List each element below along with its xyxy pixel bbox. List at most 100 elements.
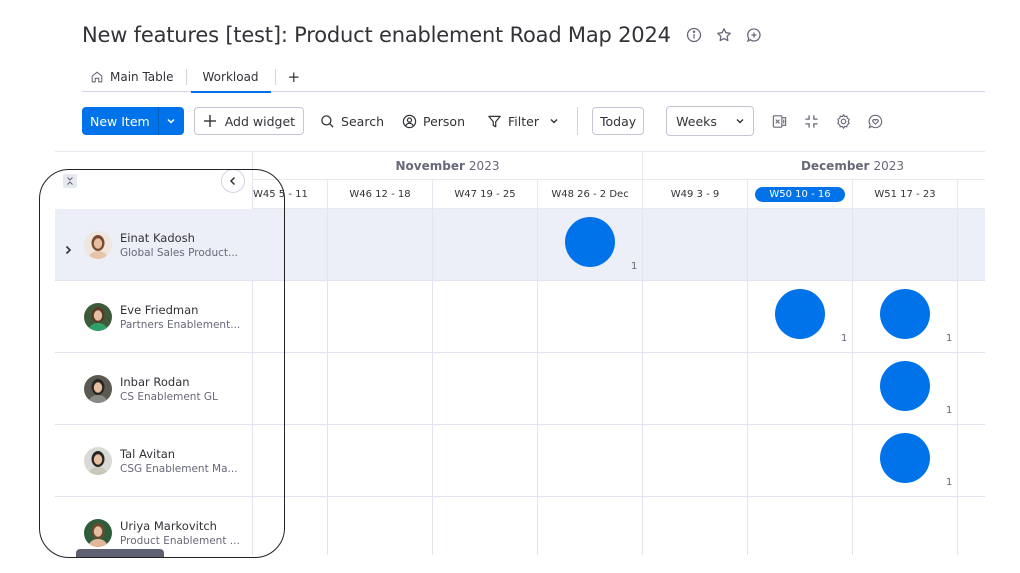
column-divider: [957, 497, 958, 555]
info-icon[interactable]: [685, 26, 703, 44]
chevron-left-icon: [229, 176, 236, 186]
month-name: November: [395, 159, 465, 173]
person-filter-button[interactable]: Person: [402, 107, 465, 135]
column-divider: [642, 209, 643, 280]
week-column-header: W50 10 - 16: [748, 180, 853, 209]
person-row[interactable]: Eve Friedman Partners Enablement...: [55, 281, 253, 353]
star-icon[interactable]: [715, 26, 733, 44]
chevron-right-icon[interactable]: [63, 240, 73, 254]
week-column-header: W51 17 - 23: [853, 180, 958, 209]
person-row[interactable]: Tal Avitan CSG Enablement Ma...: [55, 425, 253, 497]
person-info: Einat Kadosh Global Sales Product...: [120, 231, 243, 259]
people-panel-header: [55, 151, 253, 209]
timeline-grid: November 2023 December 2023 W45 5 - 11 W46 1…: [253, 151, 985, 555]
workload-board: November 2023 December 2023 W45 5 - 11 W46 1…: [55, 151, 985, 555]
column-divider: [642, 425, 643, 496]
person-icon: [402, 114, 417, 128]
add-view-button[interactable]: +: [280, 68, 309, 86]
tab-divider: [274, 68, 276, 85]
workload-bubble[interactable]: [880, 433, 930, 483]
settings-icon[interactable]: [834, 112, 852, 130]
horizontal-scrollbar[interactable]: [76, 549, 164, 557]
avatar: [84, 518, 112, 547]
person-label: Person: [423, 113, 466, 129]
column-divider: [852, 425, 853, 496]
column-divider: [537, 497, 538, 555]
avatar: [84, 446, 112, 475]
workload-row: [253, 497, 985, 555]
person-row[interactable]: Uriya Markovitch Product Enablement ...: [55, 497, 253, 555]
tab-main-table[interactable]: Main Table: [82, 63, 182, 91]
person-role: Partners Enablement...: [120, 318, 241, 331]
excel-export-icon[interactable]: [770, 112, 788, 130]
today-button[interactable]: Today: [591, 107, 645, 135]
person-name: Eve Friedman: [120, 302, 199, 317]
title-actions: [685, 26, 763, 44]
new-item-button[interactable]: New Item: [82, 107, 158, 135]
column-divider: [327, 281, 328, 352]
week-label: W45 5 - 11: [253, 189, 308, 200]
column-divider: [642, 497, 643, 555]
month-header-december: December 2023: [643, 152, 985, 180]
workload-bubble[interactable]: [880, 289, 930, 339]
week-column-header: W46 12 - 18: [328, 180, 433, 209]
column-divider: [327, 209, 328, 280]
page-title[interactable]: New features [test]: Product enablement …: [82, 23, 671, 47]
week-column-header: W49 3 - 9: [643, 180, 748, 209]
month-name: December: [800, 159, 870, 173]
add-update-icon[interactable]: [745, 26, 763, 44]
column-divider: [537, 209, 538, 280]
week-label: W46 12 - 18: [349, 189, 411, 200]
workload-count: 1: [946, 405, 953, 416]
person-row[interactable]: Inbar Rodan CS Enablement GL: [55, 353, 253, 425]
workload-bubble[interactable]: [880, 361, 930, 411]
filter-icon: [488, 115, 501, 127]
column-divider: [957, 281, 958, 352]
week-column-header: W47 19 - 25: [433, 180, 538, 209]
workload-bubble[interactable]: [565, 217, 615, 267]
current-week-badge: W50 10 - 16: [755, 187, 845, 202]
person-row[interactable]: Einat Kadosh Global Sales Product...: [55, 209, 253, 281]
home-icon: [91, 71, 103, 82]
column-divider: [432, 497, 433, 555]
column-divider: [957, 353, 958, 424]
collapse-icon: [67, 177, 73, 185]
workload-bubble[interactable]: [775, 289, 825, 339]
search-button[interactable]: Search: [320, 107, 384, 135]
filter-label: Filter: [508, 113, 539, 129]
search-label: Search: [341, 113, 384, 129]
collapse-panel-button[interactable]: [221, 169, 245, 193]
column-divider: [852, 353, 853, 424]
workload-count: 1: [946, 333, 953, 344]
toolbar-divider: [576, 107, 578, 135]
month-header: November 2023 December 2023: [253, 151, 985, 180]
collapse-all-button[interactable]: [63, 174, 77, 188]
week-label: W49 3 - 9: [670, 189, 720, 200]
feedback-icon[interactable]: [866, 112, 884, 130]
view-tabs: Main Table Workload +: [82, 62, 985, 93]
month-year: 2023: [468, 159, 500, 173]
week-label: W48 26 - 2 Dec: [551, 189, 629, 200]
week-label: W47 19 - 25: [454, 189, 516, 200]
person-name: Inbar Rodan: [120, 374, 190, 389]
search-icon: [321, 114, 334, 128]
collapse-fullscreen-icon[interactable]: [802, 112, 820, 130]
person-info: Eve Friedman Partners Enablement...: [120, 303, 243, 331]
column-divider: [957, 209, 958, 280]
add-widget-button[interactable]: Add widget: [193, 107, 305, 135]
week-header: W45 5 - 11 W46 12 - 18 W47 19 - 25 W48 26 -…: [253, 180, 985, 209]
week-column-header: W45 5 - 11: [253, 180, 328, 209]
column-divider: [747, 281, 748, 352]
avatar: [84, 374, 112, 403]
tab-workload[interactable]: Workload: [190, 63, 271, 93]
column-divider: [747, 497, 748, 555]
timescale-select[interactable]: Weeks: [666, 106, 755, 136]
filter-button[interactable]: Filter: [487, 107, 559, 135]
workload-row: 1: [253, 353, 985, 425]
month-year: 2023: [873, 159, 905, 173]
month-header-november: November 2023: [253, 152, 643, 180]
person-role: CSG Enablement Ma...: [120, 462, 238, 475]
new-item-button-group: New Item: [82, 107, 184, 135]
column-divider: [327, 497, 328, 555]
new-item-dropdown-button[interactable]: [157, 107, 184, 135]
